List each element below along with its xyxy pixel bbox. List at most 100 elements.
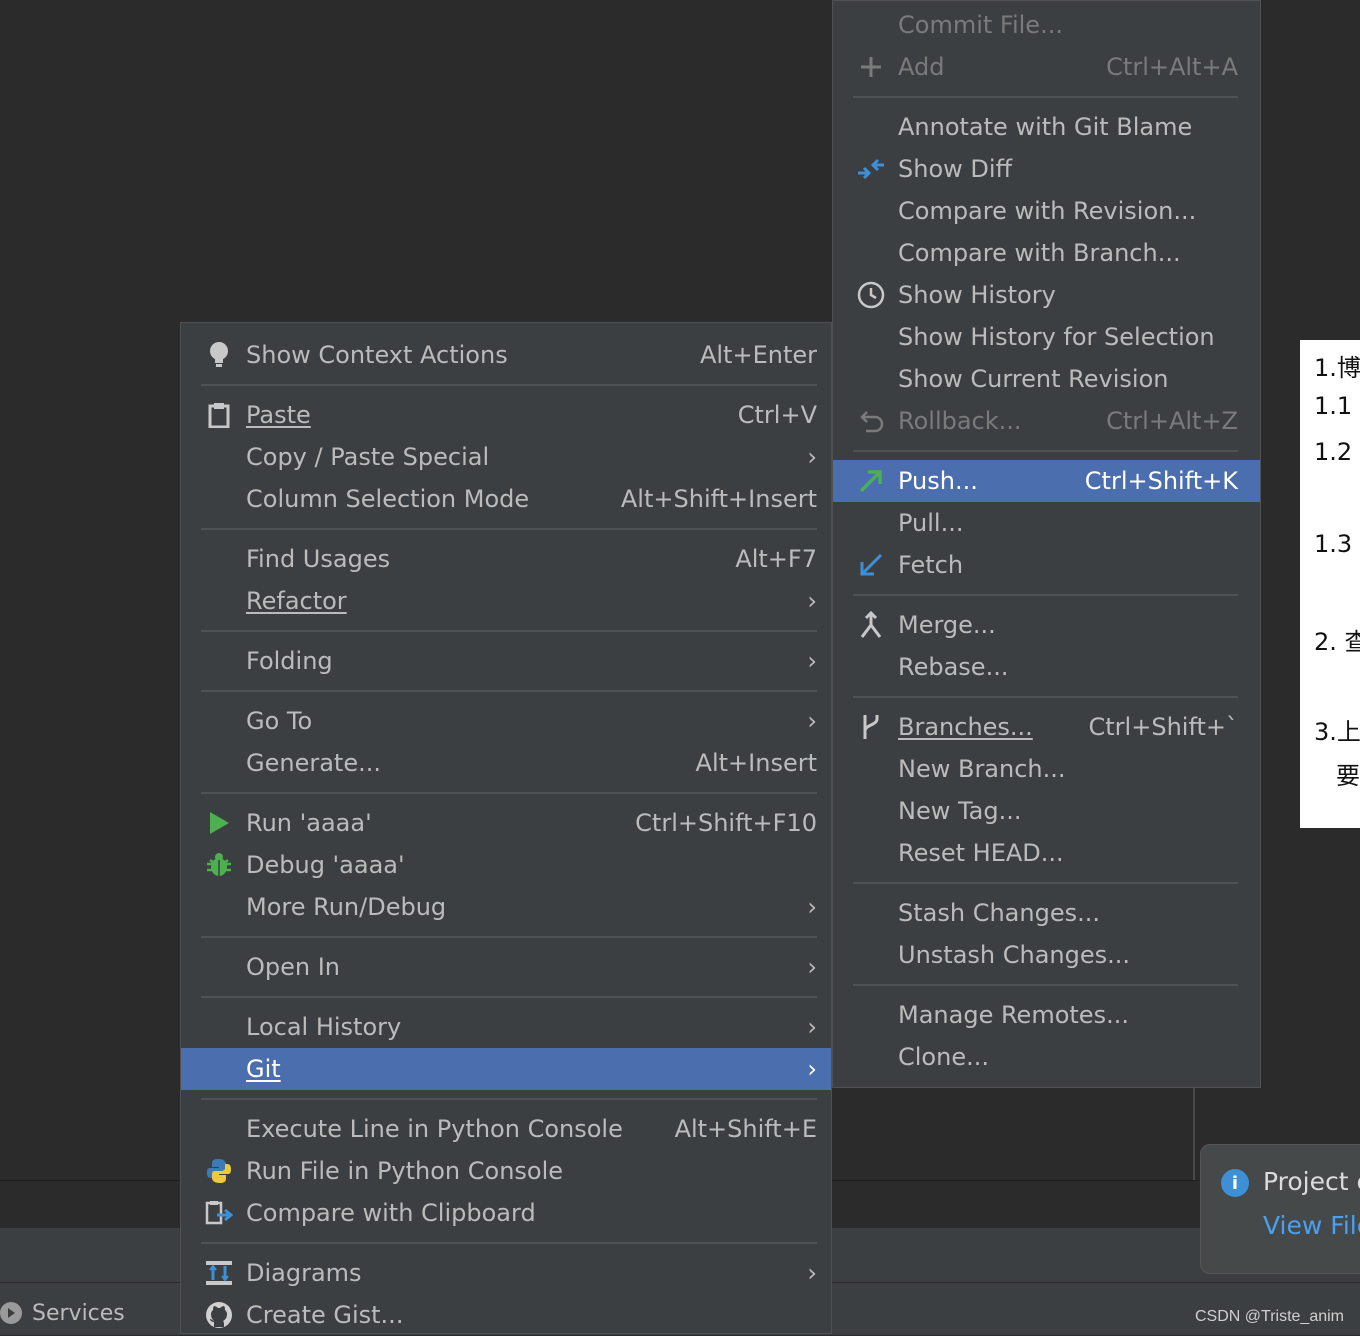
git-item-show-history-selection[interactable]: Show History for Selection — [833, 316, 1260, 358]
compare-clipboard-icon — [205, 1199, 233, 1227]
git-item-push[interactable]: Push... Ctrl+Shift+K — [833, 460, 1260, 502]
doc-line: 3.上 — [1314, 718, 1360, 746]
menu-separator — [201, 630, 817, 632]
git-item-pull[interactable]: Pull... — [833, 502, 1260, 544]
menu-item-column-selection-mode[interactable]: Column Selection Mode Alt+Shift+Insert — [181, 478, 831, 520]
undo-icon — [857, 407, 885, 435]
menu-separator — [853, 96, 1238, 98]
menu-separator — [201, 384, 817, 386]
git-submenu: Commit File... Add Ctrl+Alt+A Annotate w… — [832, 0, 1261, 1088]
notification-balloon[interactable]: i Project c View File — [1200, 1144, 1360, 1274]
fetch-arrow-icon — [857, 551, 885, 579]
branch-icon — [857, 713, 885, 741]
chevron-right-icon: › — [807, 1055, 817, 1083]
menu-item-open-in[interactable]: Open In › — [181, 946, 831, 988]
menu-separator — [201, 996, 817, 998]
chevron-right-icon: › — [807, 1013, 817, 1041]
diagram-icon — [205, 1259, 233, 1287]
menu-separator — [201, 1098, 817, 1100]
git-item-branches[interactable]: Branches... Ctrl+Shift+` — [833, 706, 1260, 748]
doc-line: 要 — [1336, 762, 1360, 790]
diff-arrows-icon — [857, 155, 885, 183]
git-item-add[interactable]: Add Ctrl+Alt+A — [833, 46, 1260, 88]
doc-line: 1.2 — [1314, 438, 1353, 466]
menu-item-paste[interactable]: Paste Ctrl+V — [181, 394, 831, 436]
git-item-manage-remotes[interactable]: Manage Remotes... — [833, 994, 1260, 1036]
doc-line: 1.3 — [1314, 530, 1353, 558]
chevron-right-icon: › — [807, 647, 817, 675]
menu-separator — [853, 984, 1238, 986]
menu-item-more-run-debug[interactable]: More Run/Debug › — [181, 886, 831, 928]
watermark: CSDN @Triste_anim — [1194, 1308, 1344, 1325]
git-item-clone[interactable]: Clone... — [833, 1036, 1260, 1078]
git-item-show-history[interactable]: Show History — [833, 274, 1260, 316]
menu-item-go-to[interactable]: Go To › — [181, 700, 831, 742]
services-tab[interactable]: Services — [0, 1296, 125, 1330]
menu-item-run[interactable]: Run 'aaaa' Ctrl+Shift+F10 — [181, 802, 831, 844]
menu-item-local-history[interactable]: Local History › — [181, 1006, 831, 1048]
menu-item-compare-with-clipboard[interactable]: Compare with Clipboard — [181, 1192, 831, 1234]
git-item-compare-revision[interactable]: Compare with Revision... — [833, 190, 1260, 232]
run-icon — [205, 809, 233, 837]
menu-item-create-gist[interactable]: Create Gist... — [181, 1294, 831, 1336]
menu-item-copy-paste-special[interactable]: Copy / Paste Special › — [181, 436, 831, 478]
menu-item-folding[interactable]: Folding › — [181, 640, 831, 682]
git-item-unstash-changes[interactable]: Unstash Changes... — [833, 934, 1260, 976]
editor-context-menu: Show Context Actions Alt+Enter Paste Ctr… — [180, 322, 832, 1334]
github-icon — [205, 1301, 233, 1329]
clipboard-icon — [205, 401, 233, 429]
menu-separator — [201, 528, 817, 530]
menu-separator — [201, 936, 817, 938]
git-item-compare-branch[interactable]: Compare with Branch... — [833, 232, 1260, 274]
chevron-right-icon: › — [807, 443, 817, 471]
bug-icon — [205, 851, 233, 879]
menu-separator — [201, 792, 817, 794]
chevron-right-icon: › — [807, 587, 817, 615]
git-item-fetch[interactable]: Fetch — [833, 544, 1260, 586]
menu-item-show-context-actions[interactable]: Show Context Actions Alt+Enter — [181, 334, 831, 376]
menu-item-find-usages[interactable]: Find Usages Alt+F7 — [181, 538, 831, 580]
git-item-show-diff[interactable]: Show Diff — [833, 148, 1260, 190]
menu-item-git[interactable]: Git › — [181, 1048, 831, 1090]
chevron-right-icon: › — [807, 707, 817, 735]
doc-line: 2. 查 — [1314, 628, 1360, 656]
python-icon — [205, 1157, 233, 1185]
chevron-right-icon: › — [807, 953, 817, 981]
menu-separator — [201, 1242, 817, 1244]
git-item-annotate-blame[interactable]: Annotate with Git Blame — [833, 106, 1260, 148]
menu-item-execute-line-python-console[interactable]: Execute Line in Python Console Alt+Shift… — [181, 1108, 831, 1150]
git-item-merge[interactable]: Merge... — [833, 604, 1260, 646]
menu-item-refactor[interactable]: Refactor › — [181, 580, 831, 622]
menu-item-run-file-python-console[interactable]: Run File in Python Console — [181, 1150, 831, 1192]
editor-divider — [1193, 1088, 1195, 1180]
menu-separator — [853, 696, 1238, 698]
chevron-right-icon: › — [807, 1259, 817, 1287]
plus-icon — [857, 53, 885, 81]
git-item-new-tag[interactable]: New Tag... — [833, 790, 1260, 832]
doc-line: 1.1 — [1314, 392, 1353, 420]
view-file-link[interactable]: View File — [1263, 1211, 1360, 1240]
menu-separator — [853, 594, 1238, 596]
git-item-show-current-revision[interactable]: Show Current Revision — [833, 358, 1260, 400]
clock-icon — [857, 281, 885, 309]
git-item-commit-file[interactable]: Commit File... — [833, 4, 1260, 46]
merge-icon — [857, 611, 885, 639]
git-item-rebase[interactable]: Rebase... — [833, 646, 1260, 688]
git-item-reset-head[interactable]: Reset HEAD... — [833, 832, 1260, 874]
menu-item-generate[interactable]: Generate... Alt+Insert — [181, 742, 831, 784]
push-arrow-icon — [857, 467, 885, 495]
document-preview-panel: 1.博 1.1 1.2 1.3 2. 查 3.上 要 — [1300, 340, 1360, 828]
menu-separator — [853, 450, 1238, 452]
menu-separator — [201, 690, 817, 692]
info-icon: i — [1221, 1169, 1249, 1197]
menu-item-diagrams[interactable]: Diagrams › — [181, 1252, 831, 1294]
notification-title: Project c — [1263, 1167, 1360, 1196]
git-item-stash-changes[interactable]: Stash Changes... — [833, 892, 1260, 934]
git-item-new-branch[interactable]: New Branch... — [833, 748, 1260, 790]
chevron-right-icon: › — [807, 893, 817, 921]
menu-item-debug[interactable]: Debug 'aaaa' — [181, 844, 831, 886]
doc-line: 1.博 — [1314, 354, 1360, 382]
git-item-rollback[interactable]: Rollback... Ctrl+Alt+Z — [833, 400, 1260, 442]
services-label: Services — [32, 1300, 125, 1326]
services-icon — [0, 1302, 22, 1324]
